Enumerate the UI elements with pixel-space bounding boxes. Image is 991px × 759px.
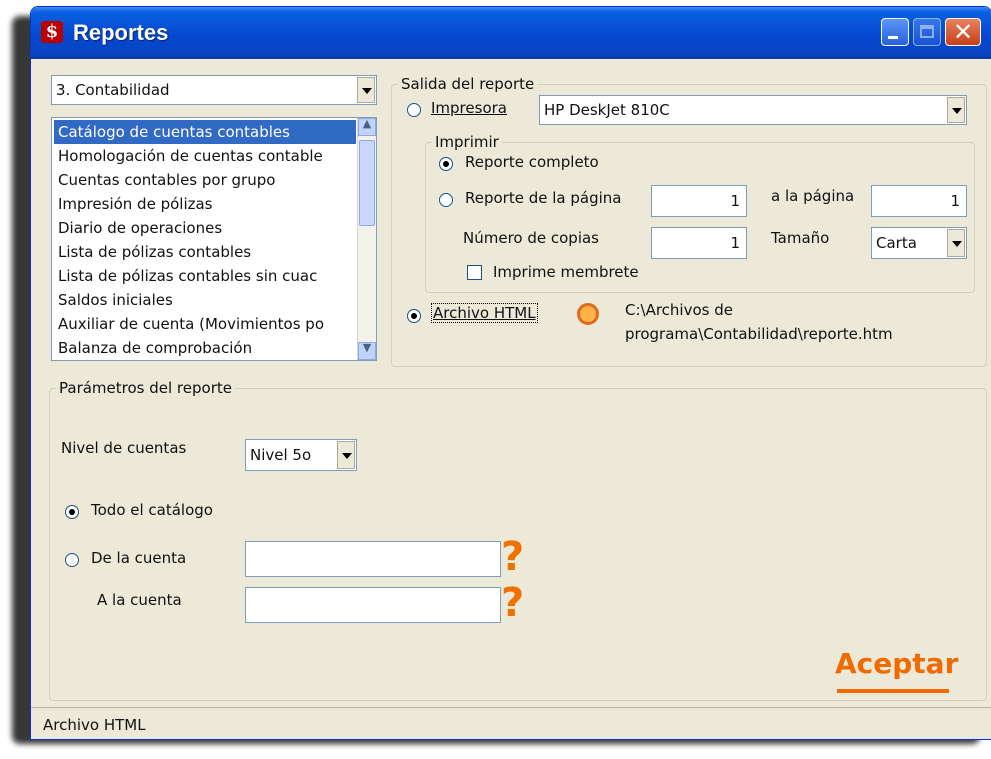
from-account-radio[interactable] <box>65 553 79 567</box>
reportes-window: $ Reportes ✕ 3. Contabilidad ▲ ▼ Catálog… <box>30 6 991 740</box>
html-file-radio[interactable] <box>407 309 421 323</box>
report-list-item[interactable]: Lista de pólizas contables <box>54 240 356 264</box>
chevron-down-icon[interactable] <box>947 97 965 123</box>
size-select-value: Carta <box>876 234 917 252</box>
output-group-legend: Salida del reporte <box>401 75 535 93</box>
to-page-value: 1 <box>950 192 960 210</box>
close-button[interactable]: ✕ <box>945 18 981 46</box>
status-text: Archivo HTML <box>43 716 146 734</box>
full-report-radio[interactable] <box>439 157 453 171</box>
html-path-line1: C:\Archivos de <box>625 301 733 319</box>
chevron-down-icon[interactable] <box>947 229 965 257</box>
accept-underline <box>837 689 949 693</box>
status-bar: Archivo HTML <box>31 707 991 739</box>
module-select-value: 3. Contabilidad <box>56 81 170 99</box>
printer-radio[interactable] <box>407 103 421 117</box>
html-file-label[interactable]: Archivo HTML <box>431 303 538 323</box>
size-label: Tamaño <box>771 229 830 247</box>
report-list-item[interactable]: Auxiliar de cuenta (Movimientos po <box>54 312 356 336</box>
copies-field[interactable]: 1 <box>651 227 747 259</box>
to-account-help-icon[interactable]: ? <box>501 583 524 623</box>
report-listbox[interactable]: ▲ ▼ Catálogo de cuentas contables Homolog… <box>51 117 377 361</box>
print-group-legend: Imprimir <box>435 133 499 151</box>
all-catalog-radio[interactable] <box>65 505 79 519</box>
minimize-button[interactable] <box>881 18 909 46</box>
title-bar[interactable]: $ Reportes ✕ <box>31 7 991 59</box>
copies-label: Número de copias <box>463 229 599 247</box>
printer-radio-label[interactable]: Impresora <box>431 99 507 117</box>
chevron-down-icon: ▼ <box>362 341 372 354</box>
report-list-item[interactable]: Diario de operaciones <box>54 216 356 240</box>
page-report-radio[interactable] <box>439 193 453 207</box>
chevron-down-icon[interactable] <box>357 77 375 103</box>
from-page-field[interactable]: 1 <box>651 185 747 217</box>
to-account-field[interactable] <box>245 587 501 623</box>
from-account-help-icon[interactable]: ? <box>501 537 524 577</box>
html-path-line2: programa\Contabilidad\reporte.htm <box>625 325 893 343</box>
from-page-value: 1 <box>730 192 740 210</box>
level-label: Nivel de cuentas <box>61 439 187 457</box>
all-catalog-label[interactable]: Todo el catálogo <box>91 501 213 519</box>
app-logo-icon: $ <box>41 21 63 43</box>
size-select[interactable]: Carta <box>871 227 967 259</box>
report-list-item[interactable]: Impresión de pólizas <box>54 192 356 216</box>
browse-folder-icon[interactable] <box>577 303 599 325</box>
letterhead-label[interactable]: Imprime membrete <box>493 263 639 281</box>
module-select[interactable]: 3. Contabilidad <box>51 75 377 105</box>
to-page-label: a la página <box>771 187 855 205</box>
scroll-down-button[interactable]: ▼ <box>358 341 376 360</box>
chevron-up-icon: ▲ <box>362 117 372 130</box>
printer-select[interactable]: HP DeskJet 810C <box>539 95 967 125</box>
scroll-up-button[interactable]: ▲ <box>358 118 376 136</box>
letterhead-checkbox[interactable] <box>467 265 482 280</box>
params-group-legend: Parámetros del reporte <box>59 379 232 397</box>
maximize-button <box>913 18 941 46</box>
level-select-value: Nivel 5o <box>250 446 312 464</box>
report-list-item[interactable]: Saldos iniciales <box>54 288 356 312</box>
level-select[interactable]: Nivel 5o <box>245 439 357 471</box>
list-scrollbar[interactable]: ▲ ▼ <box>357 118 376 360</box>
full-report-label[interactable]: Reporte completo <box>465 153 599 171</box>
close-icon: ✕ <box>952 18 974 46</box>
to-account-label: A la cuenta <box>97 591 182 609</box>
report-list-item[interactable]: Lista de pólizas contables sin cuac <box>54 264 356 288</box>
window-title: Reportes <box>73 20 169 45</box>
accept-button[interactable]: Aceptar <box>835 647 958 680</box>
report-list-item[interactable]: Balanza de comprobación <box>54 336 356 360</box>
from-account-field[interactable] <box>245 541 501 577</box>
from-account-label[interactable]: De la cuenta <box>91 549 186 567</box>
report-list-item[interactable]: Cuentas contables por grupo <box>54 168 356 192</box>
report-list-item[interactable]: Homologación de cuentas contable <box>54 144 356 168</box>
printer-select-value: HP DeskJet 810C <box>544 101 670 119</box>
to-page-field[interactable]: 1 <box>871 185 967 217</box>
scroll-thumb[interactable] <box>359 140 375 226</box>
page-report-label[interactable]: Reporte de la página <box>465 189 621 207</box>
copies-value: 1 <box>730 234 740 252</box>
chevron-down-icon[interactable] <box>337 441 355 469</box>
report-list-item[interactable]: Catálogo de cuentas contables <box>54 120 356 144</box>
